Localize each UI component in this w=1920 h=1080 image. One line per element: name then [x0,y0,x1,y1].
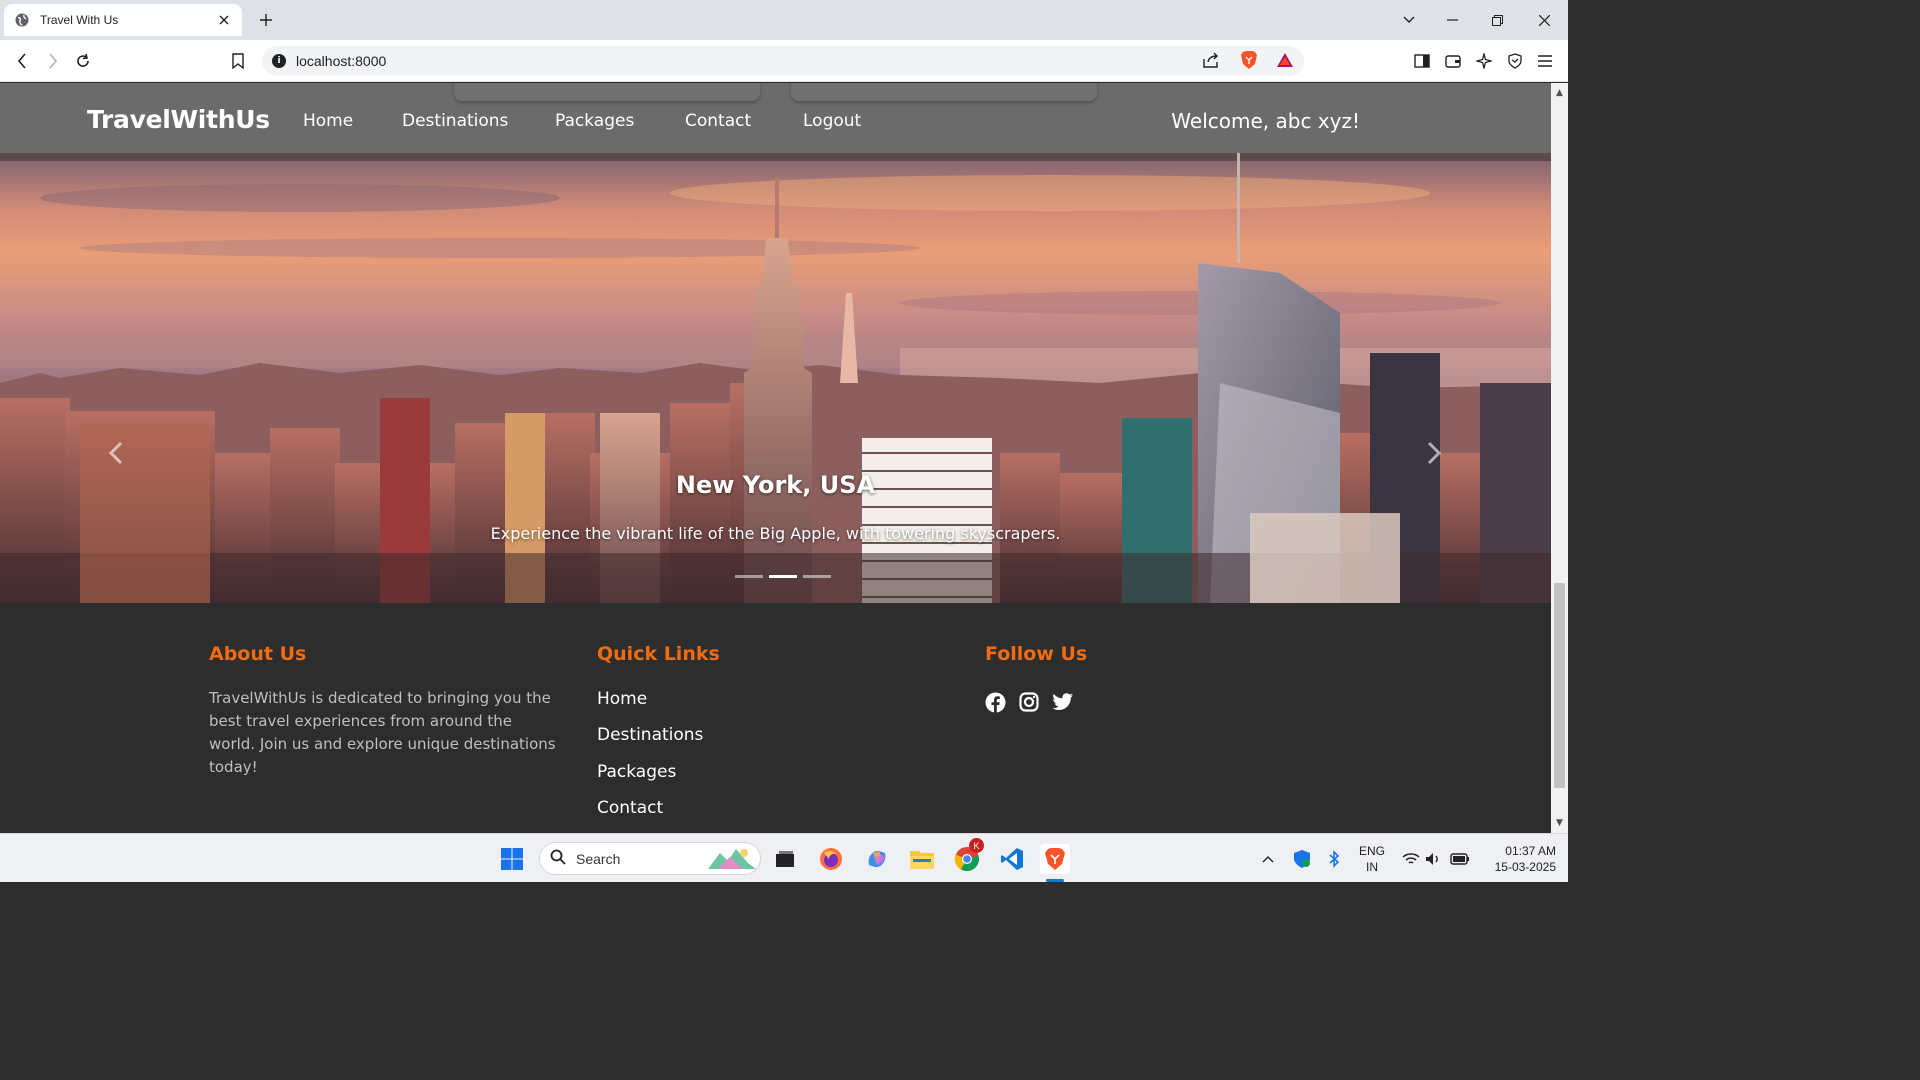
footer-link-home[interactable]: Home [597,689,647,709]
chrome-icon[interactable]: K [952,838,984,874]
address-bar[interactable]: i localhost:8000 [262,46,1304,76]
site-navbar: TravelWithUs Home Destinations Packages … [0,83,1551,153]
about-text: TravelWithUs is dedicated to bringing yo… [209,689,556,776]
brave-taskbar-icon[interactable] [1040,844,1070,874]
slide-title: New York, USA [675,471,876,499]
windows-taskbar: Search K ENG IN 01:37 AM 15-03-2025 [0,833,1568,882]
carousel-indicator[interactable] [735,575,763,578]
forward-icon[interactable] [41,49,65,73]
site-footer: About Us TravelWithUs is dedicated to br… [0,603,1551,833]
menu-icon[interactable] [1533,49,1557,73]
firefox-icon[interactable] [816,844,846,874]
region-code: IN [1366,860,1378,874]
nav-link-home[interactable]: Home [303,111,353,131]
carousel-indicators [735,575,831,578]
instagram-icon[interactable] [1018,691,1040,713]
back-icon[interactable] [10,49,34,73]
slide-subtitle: Experience the vibrant life of the Big A… [490,524,1061,543]
tab-search-chevron-icon[interactable] [1386,0,1432,40]
carousel-prev-icon[interactable] [96,433,136,473]
clock-time: 01:37 AM [1505,844,1556,858]
site-brand[interactable]: TravelWithUs [87,105,270,134]
browser-toolbar: i localhost:8000 [0,40,1568,82]
follow-us-heading: Follow Us [985,643,1088,665]
page-scrollbar[interactable]: ▲ ▼ [1551,83,1568,833]
carousel-indicator[interactable] [769,575,797,578]
hero-carousel: New York, USA Experience the vibrant lif… [0,153,1551,603]
footer-link-contact[interactable]: Contact [597,798,663,818]
file-explorer-icon[interactable] [907,844,937,874]
active-app-indicator [1046,879,1064,882]
url-text: localhost:8000 [296,53,387,69]
clock[interactable]: 01:37 AM 15-03-2025 [1480,843,1556,875]
close-tab-icon[interactable] [216,12,232,28]
clock-date: 15-03-2025 [1494,860,1556,874]
new-tab-button[interactable] [254,8,278,32]
wallet-icon[interactable] [1441,49,1465,73]
windows-start-icon[interactable] [497,844,527,874]
chrome-profile-badge: K [969,838,984,853]
carousel-indicator[interactable] [803,575,831,578]
search-label: Search [576,850,621,867]
footer-link-packages[interactable]: Packages [597,762,676,782]
reload-icon[interactable] [71,49,95,73]
language-code: ENG [1359,844,1386,858]
browser-window: Travel With Us i localhost:8000 TravelWi… [0,0,1568,833]
brave-shield-icon[interactable] [1240,50,1258,74]
twitter-icon[interactable] [1052,691,1074,713]
quick-links-heading: Quick Links [597,643,720,665]
close-window-icon[interactable] [1521,0,1567,40]
nav-link-contact[interactable]: Contact [685,111,751,131]
nav-link-destinations[interactable]: Destinations [402,111,508,131]
restore-icon[interactable] [1474,0,1520,40]
welcome-message: Welcome, abc xyz! [1171,109,1360,133]
vpn-shield-icon[interactable] [1503,49,1527,73]
page-viewport: TravelWithUs Home Destinations Packages … [0,83,1551,833]
sidebar-icon[interactable] [1410,49,1434,73]
bluetooth-icon[interactable] [1319,844,1349,874]
minimize-icon[interactable] [1429,0,1475,40]
bookmark-icon[interactable] [226,49,250,73]
site-info-icon[interactable]: i [272,54,286,68]
task-view-icon[interactable] [770,844,800,874]
footer-link-destinations[interactable]: Destinations [597,725,703,745]
scroll-down-icon[interactable]: ▼ [1551,815,1568,831]
facebook-icon[interactable] [984,691,1006,713]
scrollbar-thumb[interactable] [1554,583,1565,788]
dropdown-card [454,83,760,101]
about-heading: About Us [209,643,307,665]
language-indicator[interactable]: ENG IN [1359,843,1385,875]
battery-icon[interactable] [1445,844,1475,874]
carousel-next-icon[interactable] [1414,433,1454,473]
scroll-up-icon[interactable]: ▲ [1551,85,1568,101]
copilot-icon[interactable] [862,844,892,874]
browser-tab[interactable]: Travel With Us [4,4,242,36]
dropdown-card [791,83,1097,101]
defender-icon[interactable] [1287,844,1317,874]
vscode-icon[interactable] [997,844,1027,874]
leo-ai-icon[interactable] [1472,49,1496,73]
globe-icon [14,12,30,28]
nav-link-packages[interactable]: Packages [555,111,634,131]
tray-expand-icon[interactable] [1253,844,1283,874]
search-icon [550,849,566,869]
taskbar-search[interactable]: Search [539,842,761,875]
nav-link-logout[interactable]: Logout [803,111,861,131]
tab-strip: Travel With Us [0,0,1568,40]
share-icon[interactable] [1202,51,1220,73]
brave-rewards-icon[interactable] [1276,52,1294,72]
search-highlight-icon [708,847,756,875]
tab-title: Travel With Us [40,13,119,27]
